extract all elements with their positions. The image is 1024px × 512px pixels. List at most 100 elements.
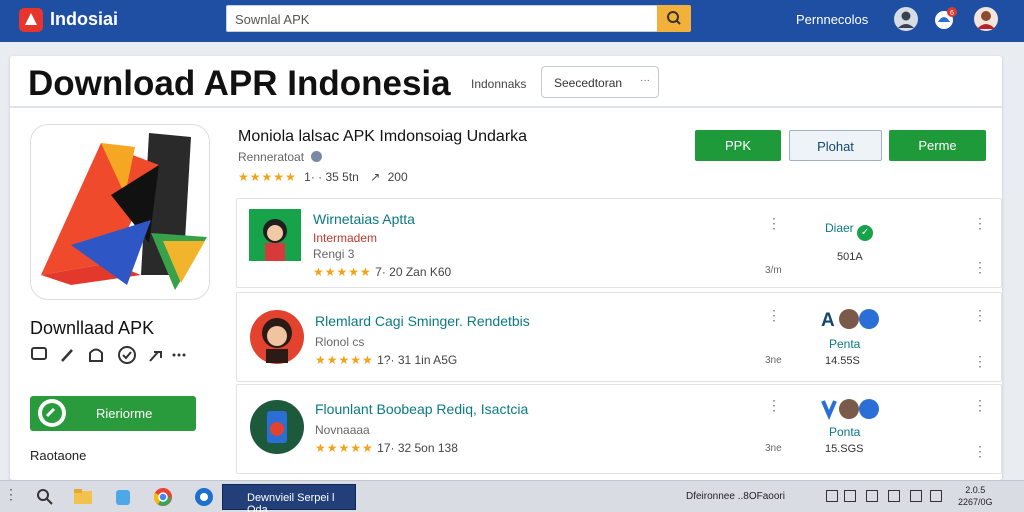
list-item-value: 501A (837, 251, 863, 263)
notifications-icon[interactable]: 6 (932, 6, 958, 32)
verified-icon (311, 151, 323, 162)
tray-icon[interactable] (844, 490, 856, 502)
start-menu-icon[interactable]: ⋮ (4, 486, 26, 508)
tray-icon[interactable] (826, 490, 838, 502)
list-item-title: Wirnetaias Aptta (313, 211, 415, 227)
kebab-menu-icon[interactable]: ⋮ (767, 397, 781, 414)
list-item-status: Ponta (829, 425, 861, 439)
share-arrow-icon[interactable]: ↗ (370, 170, 380, 184)
rating-row: ★★★★★ 1· · 35 5tn ↗ 200 (238, 170, 408, 184)
ppk-button[interactable]: PPK (695, 130, 781, 161)
tray-icon[interactable] (930, 490, 942, 502)
plohat-button[interactable]: Plohat (789, 130, 882, 161)
kebab-menu-icon[interactable]: ⋮ (973, 443, 987, 460)
account-label[interactable]: Pernnecolos (796, 12, 868, 27)
chrome-icon[interactable] (152, 486, 174, 508)
pen-icon[interactable] (61, 349, 73, 362)
list-item-stat-text: 7· 20 Zan K60 (375, 265, 452, 279)
list-item-value: 14.55S (825, 355, 860, 367)
active-window-label: Dewnvieil Serpei l Oda (247, 492, 335, 512)
list-item-developer: Rengi 3 (313, 247, 355, 261)
store-icon[interactable] (112, 486, 134, 508)
title-side-label: Indonnaks (471, 77, 527, 91)
folder-icon[interactable] (72, 486, 94, 508)
shield-icon[interactable] (118, 346, 136, 364)
svg-text:A: A (821, 310, 835, 331)
install-button[interactable]: Rieriorme (30, 396, 196, 431)
list-item-status-text: Diaer (825, 221, 854, 235)
title-bar: Download APR Indonesia Indonnaks Seecedt… (10, 56, 1002, 108)
install-button-label: Rieriorme (96, 406, 153, 421)
list-item-title: Rlemlard Cagi Sminger. Rendetbis (315, 313, 530, 329)
kebab-menu-icon[interactable]: ⋮ (767, 215, 781, 232)
list-item[interactable]: Rlemlard Cagi Sminger. Rendetbis Rlonol … (236, 292, 1002, 382)
search-input[interactable]: Sownlal APK (226, 5, 658, 32)
active-window-button[interactable]: Dewnvieil Serpei l Oda (222, 484, 356, 512)
app-thumbnail-icon (250, 310, 304, 364)
tray-text: Dfeironnee ..8OFaoori (686, 491, 785, 502)
check-icon: ✓ (857, 225, 874, 241)
list-item-status: Penta (829, 337, 861, 351)
list-item-stat-text: 17· 32 5on 138 (377, 441, 458, 455)
kebab-menu-icon[interactable]: ⋮ (973, 397, 987, 414)
avatar-icon[interactable] (893, 6, 919, 32)
share-icon[interactable] (149, 351, 162, 362)
brand-name[interactable]: Indosiai (50, 9, 118, 30)
download-icon (38, 399, 66, 427)
search-icon[interactable] (34, 486, 56, 508)
list-item-stars: ★★★★★ (315, 353, 374, 367)
profile-avatar-icon[interactable] (973, 6, 999, 32)
comment-icon[interactable] (31, 347, 47, 360)
left-footer-label: Raotaone (30, 448, 87, 463)
list-item-stat-text: 1?· 31 1in A5G (377, 353, 458, 367)
bell-icon[interactable] (89, 348, 103, 362)
taskbar: ⋮ Dewnvieil Serpei l Oda Dfeironnee ..8O… (0, 480, 1024, 512)
avatar-group-icon: A (821, 309, 879, 331)
list-item-stats: ★★★★★ 7· 20 Zan K60 (313, 265, 451, 279)
app-thumbnail-icon (249, 209, 301, 261)
list-item-developer: Rlonol cs (315, 335, 365, 349)
search-button[interactable] (657, 5, 691, 32)
download-apk-title: Downllaad APK (30, 318, 155, 338)
list-item-stats: ★★★★★ 1?· 31 1in A5G (315, 353, 457, 367)
clock-date: 2267/0G (958, 497, 993, 507)
list-item[interactable]: Wirnetaias Aptta Intermadem Rengi 3 ★★★★… (236, 198, 1002, 288)
perme-button[interactable]: Perme (889, 130, 986, 161)
app-logo-icon (41, 133, 207, 290)
brand-logo-icon[interactable] (18, 7, 44, 33)
overflow-icon[interactable] (172, 353, 186, 357)
share-count: 200 (387, 170, 408, 184)
kebab-menu-icon[interactable]: ⋮ (973, 307, 987, 324)
kebab-menu-icon[interactable]: ⋮ (973, 259, 987, 276)
top-bar: Indosiai Sownlal APK Pernnecolos 6 (0, 0, 1024, 42)
list-item-subtitle: Intermadem (313, 231, 378, 245)
clock-time: 2.0.5 (965, 485, 986, 495)
battery-icon[interactable] (910, 490, 922, 502)
notification-badge: 6 (950, 10, 954, 17)
volume-icon[interactable] (888, 490, 900, 502)
kebab-menu-icon[interactable]: ⋮ (767, 307, 781, 324)
publisher-name: Renneratoat (238, 150, 305, 164)
list-item-stars: ★★★★★ (315, 441, 374, 455)
app-icon-large (30, 124, 210, 300)
app-thumbnail-icon (250, 400, 304, 454)
kebab-menu-icon[interactable]: ⋮ (973, 215, 987, 232)
more-icon: ··· (640, 75, 650, 86)
list-item-value: 15.SGS (825, 443, 864, 455)
list-item-status: Diaer ✓ (825, 221, 874, 241)
list-item-stats: ★★★★★ 17· 32 5on 138 (315, 441, 458, 455)
action-icons-row (31, 346, 186, 364)
sort-select[interactable]: Seecedtoran ··· (541, 66, 659, 98)
list-item[interactable]: Flounlant Boobeap Rediq, Isactcia Novnaa… (236, 384, 1002, 474)
edge-icon[interactable] (193, 486, 215, 508)
list-item-mid-label: 3ne (765, 443, 782, 454)
network-icon[interactable] (866, 490, 878, 502)
page-title: Download APR Indonesia (28, 64, 451, 103)
publisher[interactable]: Renneratoat (238, 150, 323, 164)
app-page-card: Download APR Indonesia Indonnaks Seecedt… (10, 56, 1002, 480)
list-item-stars: ★★★★★ (313, 265, 372, 279)
clock[interactable]: 2.0.5 2267/0G (958, 484, 993, 508)
kebab-menu-icon[interactable]: ⋮ (973, 353, 987, 370)
rating-text: 1· · 35 5tn (304, 170, 359, 184)
search-icon (667, 11, 681, 25)
